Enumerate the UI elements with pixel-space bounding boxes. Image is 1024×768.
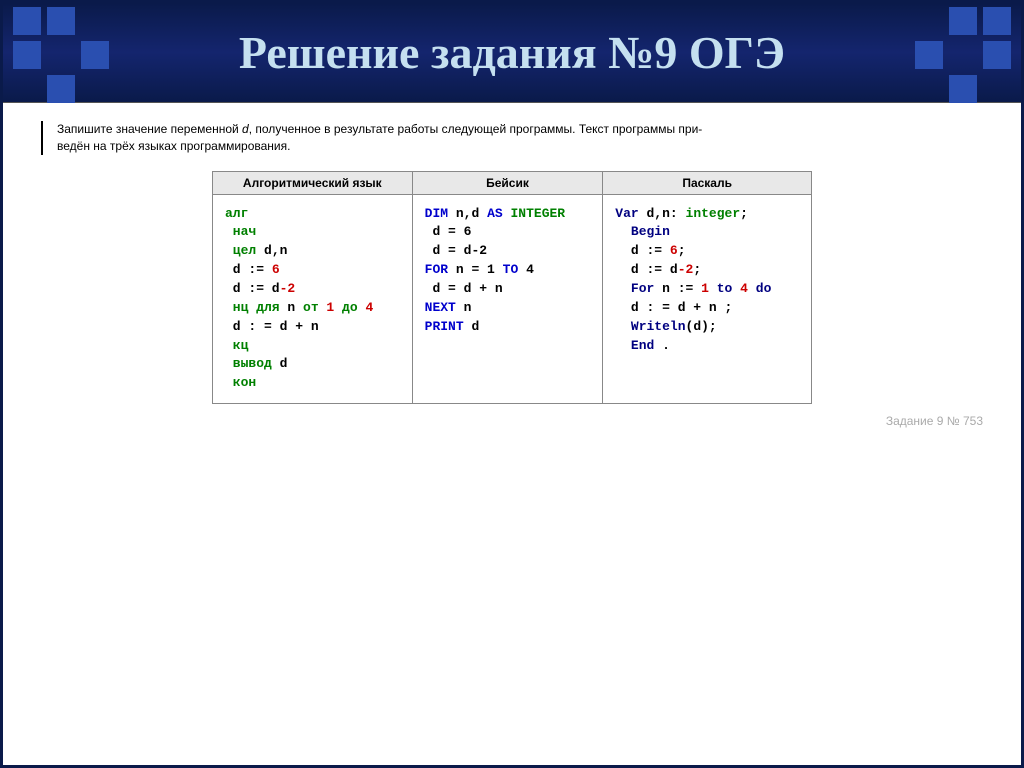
task-description: Запишите значение переменной d, полученн… bbox=[41, 121, 991, 155]
code-cell-pascal: Var d,n: integer; Begin d := 6; d := d-2… bbox=[603, 194, 812, 403]
decoration-squares-right bbox=[915, 7, 1011, 103]
task-text-part: Запишите значение переменной bbox=[57, 122, 242, 136]
code-cell-basic: DIM n,d AS INTEGER d = 6 d = d-2 FOR n =… bbox=[412, 194, 603, 403]
code-comparison-table: Алгоритмический язык Бейсик Паскаль алг … bbox=[212, 171, 812, 404]
code-cell-algo: алг нач цел d,n d := 6 d := d-2 нц для n… bbox=[213, 194, 413, 403]
decoration-squares-left bbox=[13, 7, 109, 103]
column-header-algo: Алгоритмический язык bbox=[213, 171, 413, 194]
task-text-part: , полученное в результате работы следующ… bbox=[249, 122, 703, 136]
task-var: d bbox=[242, 122, 249, 136]
slide-title: Решение задания №9 ОГЭ bbox=[239, 26, 785, 79]
column-header-pascal: Паскаль bbox=[603, 171, 812, 194]
task-text-part: ведён на трёх языках программирования. bbox=[57, 139, 290, 153]
column-header-basic: Бейсик bbox=[412, 171, 603, 194]
slide-header: Решение задания №9 ОГЭ bbox=[3, 3, 1021, 103]
slide-content: Запишите значение переменной d, полученн… bbox=[3, 103, 1021, 428]
task-id-label: Задание 9 № 753 bbox=[33, 414, 983, 428]
